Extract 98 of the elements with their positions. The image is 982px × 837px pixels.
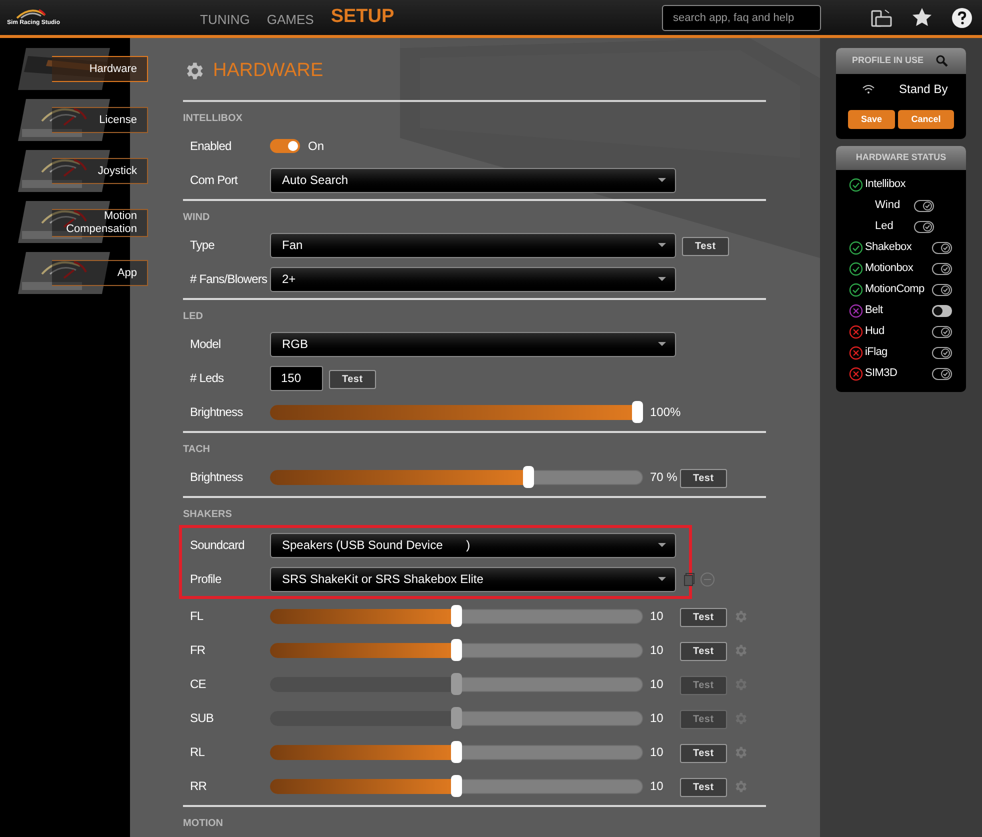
field-label: Type (189, 237, 216, 254)
toggle[interactable] (932, 304, 952, 316)
slider-value: 10 (650, 744, 664, 761)
dropdown[interactable]: Auto Search (270, 168, 676, 192)
sidebar-label: Joystick (98, 164, 137, 178)
slider-value: 10 (650, 778, 664, 795)
slider-value: 10 (650, 710, 664, 727)
section-heading: TACH (183, 443, 212, 457)
toggle[interactable] (932, 326, 952, 338)
field-label: # Fans/Blowers (189, 271, 268, 288)
dropdown[interactable]: SRS ShakeKit or SRS Shakebox Elite (270, 566, 676, 592)
section-heading: INTELLIBOX (183, 112, 244, 126)
caret-icon (658, 277, 666, 281)
sidebar-item[interactable]: Hardware (0, 48, 150, 91)
device-name: iFlag (865, 345, 888, 360)
field-label: SUB (189, 710, 214, 727)
dropdown[interactable]: 2+ (270, 266, 676, 292)
field-label: Brightness (189, 469, 244, 486)
devices-icon[interactable] (871, 8, 892, 26)
search-field[interactable]: search app, faq and help (662, 4, 821, 30)
caret-icon (658, 577, 666, 581)
dropdown[interactable]: RGB (270, 332, 676, 356)
sidebar-label: App (117, 266, 137, 280)
slider-value: 70 % (650, 469, 678, 486)
slider[interactable] (270, 465, 643, 489)
test-button[interactable]: Test (680, 608, 727, 627)
field-label: RL (189, 744, 206, 761)
help-icon[interactable] (952, 8, 972, 28)
toggle[interactable] (914, 220, 934, 232)
section-heading: MOTION (183, 817, 224, 831)
caret-icon (658, 178, 666, 182)
caret-icon (658, 243, 666, 247)
test-button[interactable]: Test (680, 778, 727, 797)
toggle[interactable] (914, 200, 934, 212)
device-name: Hud (865, 324, 884, 340)
field-label: # Leds (189, 370, 225, 387)
dropdown[interactable]: Speakers (USB Sound Device ) (270, 532, 676, 558)
slider-value: 10 (650, 608, 664, 625)
card-title: HARDWARE STATUS (856, 151, 946, 164)
caret-icon (658, 342, 666, 346)
field-label: FR (189, 642, 206, 659)
caret-icon (658, 543, 666, 547)
field-label: Model (189, 336, 222, 353)
slider[interactable] (270, 638, 643, 662)
toggle[interactable] (932, 368, 952, 380)
toggle[interactable] (932, 346, 952, 358)
field-label: FL (189, 608, 204, 625)
section-heading: WIND (183, 211, 211, 225)
device-name: SIM3D (865, 366, 898, 382)
leds-field[interactable]: 150 (270, 366, 323, 390)
field-label: Soundcard (189, 537, 246, 554)
slider[interactable] (270, 400, 643, 424)
toggle[interactable] (932, 262, 952, 274)
toggle[interactable] (932, 284, 952, 296)
device-name: Shakebox (865, 240, 912, 256)
slider-value: 10 (650, 642, 664, 659)
device-name: MotionComp (865, 282, 924, 298)
device-name: Belt (865, 303, 883, 318)
field-label: CE (189, 676, 207, 693)
sidebar-label: License (99, 114, 137, 126)
test-button[interactable]: Test (329, 370, 376, 389)
section-heading: LED (183, 310, 204, 324)
nav-tab[interactable]: GAMES (266, 10, 314, 32)
slider[interactable] (270, 774, 643, 798)
field-label: Brightness (189, 404, 244, 421)
test-button[interactable]: Test (680, 744, 727, 763)
slider-value: 100% (650, 404, 680, 421)
sidebar-label: Motion Compensation (65, 210, 137, 236)
device-name: Led (875, 219, 894, 234)
field-label: RR (189, 778, 208, 795)
wifi-icon (862, 84, 875, 94)
test-button[interactable]: Test (682, 237, 729, 256)
star-icon[interactable] (912, 8, 932, 27)
toggle[interactable] (932, 242, 952, 254)
device-name: Motionbox (865, 261, 914, 276)
enabled-toggle[interactable] (270, 139, 300, 153)
section-heading: SHAKERS (183, 508, 233, 522)
document-icon[interactable] (684, 572, 695, 586)
logo-icon (15, 7, 47, 19)
nav-tab[interactable]: SETUP (330, 3, 394, 32)
card-title: PROFILE IN USE (852, 54, 924, 68)
device-name: Wind (875, 198, 900, 214)
profile-status: Stand By (899, 81, 948, 98)
field-label: Com Port (189, 172, 239, 189)
search-icon[interactable] (936, 55, 948, 67)
slider[interactable] (270, 740, 643, 764)
field-label: Profile (189, 571, 222, 588)
toggle-label: On (308, 138, 324, 155)
sidebar-label: Hardware (89, 62, 137, 76)
field-label: Enabled (189, 138, 232, 155)
dropdown[interactable]: Fan (270, 232, 676, 258)
device-name: Intellibox (865, 177, 906, 192)
test-button[interactable]: Test (680, 469, 727, 488)
page-title: HARDWARE (213, 58, 324, 83)
slider[interactable] (270, 604, 643, 628)
test-button[interactable]: Test (680, 642, 727, 661)
slider-value: 10 (650, 676, 664, 693)
nav-tab[interactable]: TUNING (200, 10, 250, 32)
